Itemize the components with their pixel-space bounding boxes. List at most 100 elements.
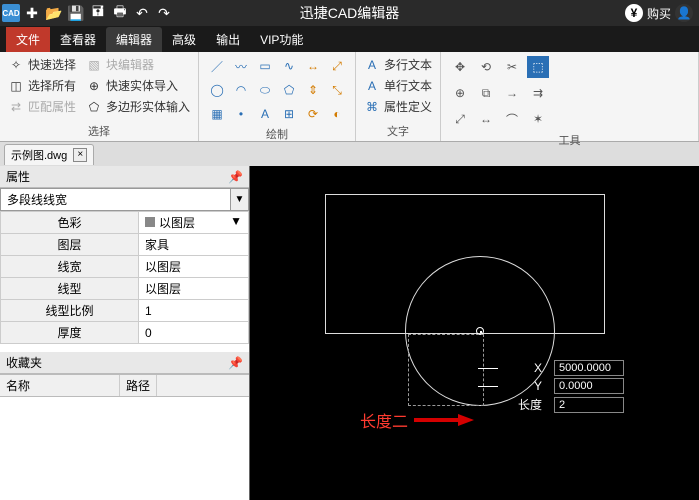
properties-header: 属性 📌 <box>0 166 249 188</box>
pin-icon[interactable]: 📌 <box>228 170 243 184</box>
favorites-title: 收藏夹 <box>6 354 42 371</box>
ribbon-group-select: ✧快速选择 ▧块编辑器 ◫选择所有 ⊕快速实体导入 ⇄匹配属性 ⬠多边形实体输入… <box>0 52 199 141</box>
match-icon: ⇄ <box>8 99 24 115</box>
new-icon[interactable]: ✚ <box>22 3 42 23</box>
length-input[interactable]: 2 <box>554 397 624 413</box>
mtext-button[interactable]: A多行文本 <box>364 56 432 73</box>
pin-icon[interactable]: 📌 <box>228 356 243 370</box>
select-all-button[interactable]: ◫选择所有 <box>8 77 76 94</box>
y-input[interactable]: 0.0000 <box>554 378 624 394</box>
dim6-icon[interactable]: ◐ <box>327 104 347 124</box>
attdef-button[interactable]: ⌘属性定义 <box>364 98 432 115</box>
select-window-icon[interactable]: ⬚ <box>527 56 549 78</box>
table-row: 线宽以图层 <box>1 256 249 278</box>
polyline-icon[interactable]: 〰 <box>231 56 251 76</box>
buy-link[interactable]: 购买 <box>647 5 671 22</box>
line-icon[interactable]: ／ <box>207 56 227 76</box>
properties-panel: 属性 📌 多段线线宽 ▼ 色彩以图层 ▼ 图层家具 线宽以图层 线型以图层 线型… <box>0 166 250 500</box>
document-tab[interactable]: 示例图.dwg × <box>4 144 94 165</box>
quick-select-icon: ✧ <box>8 57 24 73</box>
dim2-icon[interactable]: ⤢ <box>327 56 347 76</box>
tab-file[interactable]: 文件 <box>6 27 50 52</box>
annotation-text: 长度二 <box>360 408 408 432</box>
tab-vip[interactable]: VIP功能 <box>250 27 313 52</box>
match-props-button[interactable]: ⇄匹配属性 <box>8 98 76 115</box>
spline-icon[interactable]: ∿ <box>279 56 299 76</box>
user-icon[interactable]: 👤 <box>675 4 693 22</box>
block-editor-icon: ▧ <box>86 57 102 73</box>
quick-entity-import-button[interactable]: ⊕快速实体导入 <box>86 77 178 94</box>
col-name[interactable]: 名称 <box>0 375 120 396</box>
hatch-icon[interactable]: ▦ <box>207 104 227 124</box>
stext-icon: A <box>364 78 380 94</box>
move-icon[interactable]: ✥ <box>449 56 471 78</box>
dim3-icon[interactable]: ⇕ <box>303 80 323 100</box>
ribbon-group-draw: ／ 〰 ▭ ∿ ↔ ⤢ ◯ ◠ ⬭ ⬠ ⇕ ⤡ ▦ • A ⊞ ⟳ ◐ 绘制 <box>199 52 356 141</box>
stretch-icon[interactable]: ↔ <box>475 108 497 130</box>
explode-icon[interactable]: ✶ <box>527 108 549 130</box>
property-filter-dropdown[interactable]: 多段线线宽 ▼ <box>0 188 249 211</box>
polygon2-icon[interactable]: ⬠ <box>279 80 299 100</box>
drawing-canvas[interactable]: X 5000.0000 Y 0.0000 长度 2 长度二 <box>250 166 699 500</box>
tab-editor[interactable]: 编辑器 <box>106 27 162 52</box>
table-row: 线型以图层 <box>1 278 249 300</box>
polygon-input-button[interactable]: ⬠多边形实体输入 <box>86 98 190 115</box>
rect-icon[interactable]: ▭ <box>255 56 275 76</box>
undo-icon[interactable]: ↶ <box>132 3 152 23</box>
titlebar-right: ¥ 购买 👤 <box>625 4 699 22</box>
mtext-icon: A <box>364 57 380 73</box>
close-tab-icon[interactable]: × <box>73 148 87 162</box>
tab-output[interactable]: 输出 <box>206 27 250 52</box>
trim-icon[interactable]: ✂ <box>501 56 523 78</box>
dim5-icon[interactable]: ⟳ <box>303 104 323 124</box>
x-input[interactable]: 5000.0000 <box>554 360 624 376</box>
main-area: 属性 📌 多段线线宽 ▼ 色彩以图层 ▼ 图层家具 线宽以图层 线型以图层 线型… <box>0 166 699 500</box>
properties-table: 色彩以图层 ▼ 图层家具 线宽以图层 线型以图层 线型比例1 厚度0 <box>0 211 249 344</box>
extend-icon[interactable]: → <box>501 82 523 104</box>
ribbon-group-label: 选择 <box>8 123 190 139</box>
import-icon: ⊕ <box>86 78 102 94</box>
length-label: 长度 <box>506 396 546 413</box>
save-icon[interactable]: 💾 <box>66 3 86 23</box>
tab-viewer[interactable]: 查看器 <box>50 27 106 52</box>
tab-advanced[interactable]: 高级 <box>162 27 206 52</box>
y-label: Y <box>506 379 546 393</box>
open-icon[interactable]: 📂 <box>44 3 64 23</box>
dim-icon[interactable]: ↔ <box>303 56 323 76</box>
ellipse-icon[interactable]: ⬭ <box>255 80 275 100</box>
offset-icon[interactable]: ⇉ <box>527 82 549 104</box>
redo-icon[interactable]: ↷ <box>154 3 174 23</box>
table-row: 线型比例1 <box>1 300 249 322</box>
point-icon[interactable]: • <box>231 104 251 124</box>
ribbon-group-label: 文字 <box>364 123 432 139</box>
rotate-icon[interactable]: ⟲ <box>475 56 497 78</box>
print-icon[interactable]: 🖶 <box>110 3 130 23</box>
arc-icon[interactable]: ◠ <box>231 80 251 100</box>
fillet-icon[interactable]: ⌒ <box>501 108 523 130</box>
copy-icon[interactable]: ⊕ <box>449 82 471 104</box>
table-row: 厚度0 <box>1 322 249 344</box>
col-path[interactable]: 路径 <box>120 375 157 396</box>
table-icon[interactable]: ⊞ <box>279 104 299 124</box>
saveas-icon[interactable]: 🖬 <box>88 3 108 23</box>
dropdown-value: 多段线线宽 <box>1 189 230 210</box>
select-all-icon: ◫ <box>8 78 24 94</box>
polygon-icon: ⬠ <box>86 99 102 115</box>
currency-icon[interactable]: ¥ <box>625 4 643 22</box>
quick-select-button[interactable]: ✧快速选择 <box>8 56 76 73</box>
scale-icon[interactable]: ⤢ <box>449 108 471 130</box>
app-logo[interactable]: CAD <box>2 4 20 22</box>
dim4-icon[interactable]: ⤡ <box>327 80 347 100</box>
text-icon[interactable]: A <box>255 104 275 124</box>
favorites-header: 收藏夹 📌 <box>0 352 249 374</box>
coordinate-input: X 5000.0000 Y 0.0000 长度 2 <box>478 360 624 415</box>
ribbon-group-text: A多行文本 A单行文本 ⌘属性定义 文字 <box>356 52 441 141</box>
block-editor-button[interactable]: ▧块编辑器 <box>86 56 154 73</box>
stext-button[interactable]: A单行文本 <box>364 77 432 94</box>
ribbon-group-label: 绘制 <box>207 126 347 142</box>
x-label: X <box>506 361 546 375</box>
mirror-icon[interactable]: ⧉ <box>475 82 497 104</box>
chevron-down-icon: ▼ <box>230 189 248 210</box>
circle-icon[interactable]: ◯ <box>207 80 227 100</box>
red-arrow-icon <box>414 415 474 425</box>
